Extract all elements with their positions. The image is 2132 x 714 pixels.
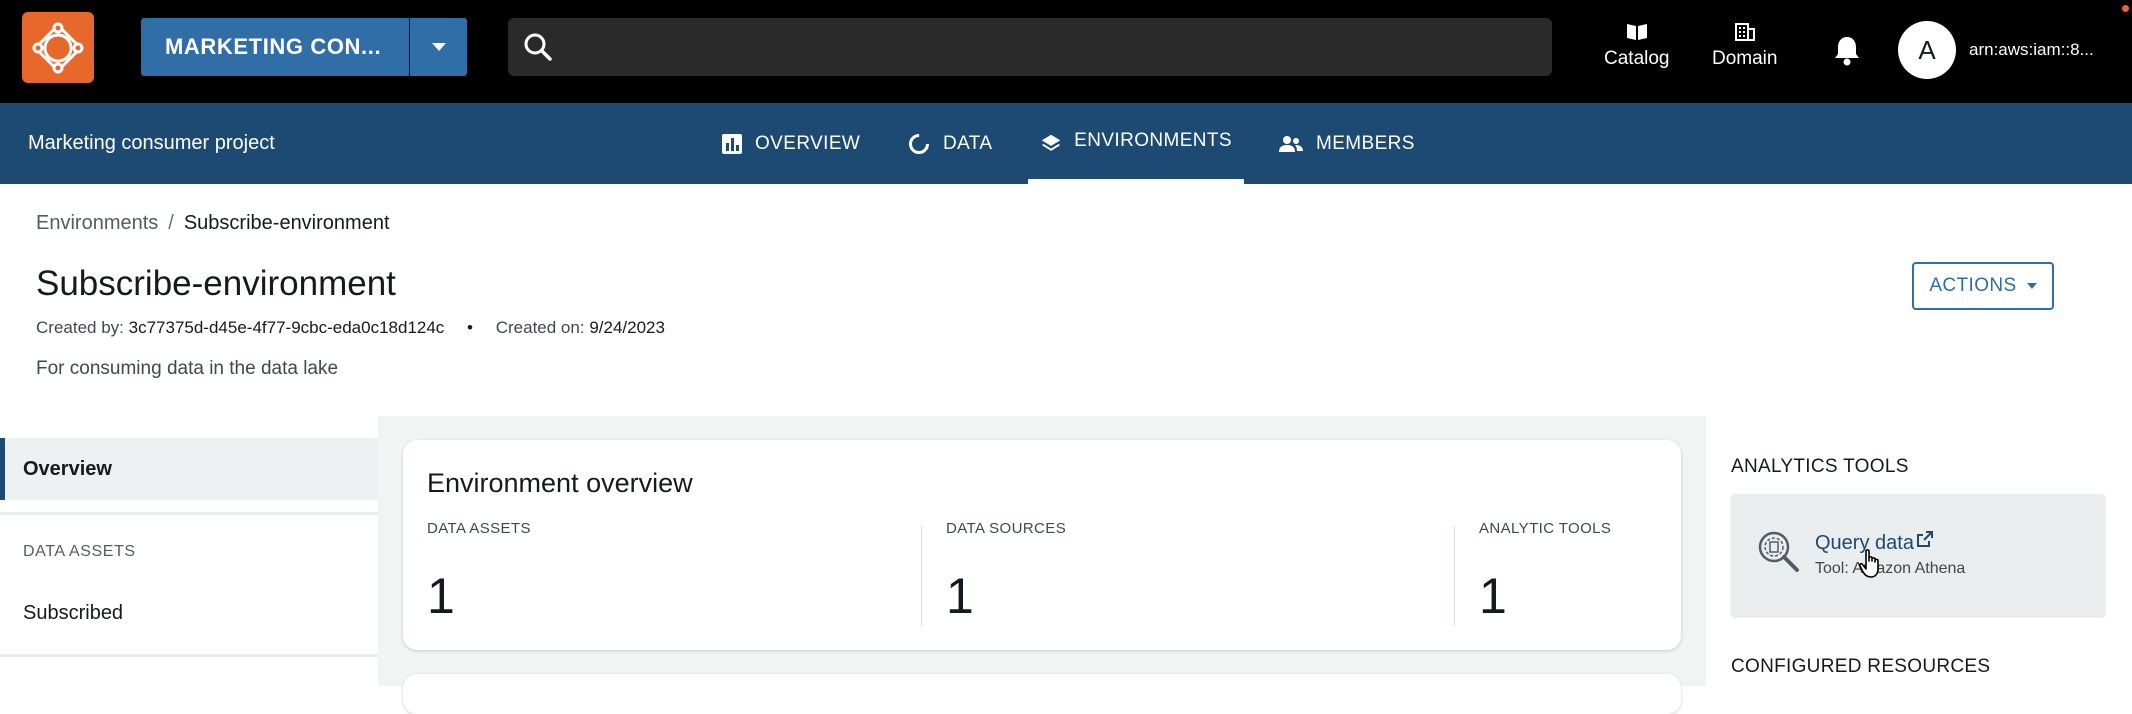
- stat-analytic-tools: ANALYTIC TOOLS 1: [1479, 520, 1611, 625]
- layers-icon: [1041, 134, 1061, 151]
- query-magnifier-icon: [1758, 531, 1799, 572]
- created-on-label: Created on:: [495, 318, 585, 337]
- sidenav-divider: [0, 512, 378, 515]
- domain-button[interactable]: Domain: [1712, 22, 1777, 70]
- domain-label: Domain: [1712, 48, 1778, 69]
- analytics-tools-heading: ANALYTICS TOOLS: [1731, 456, 1909, 477]
- breadcrumb: Environments / Subscribe-environment: [36, 212, 390, 235]
- stat-data-assets: DATA ASSETS 1: [427, 520, 531, 625]
- secondary-card: [403, 674, 1681, 714]
- created-by-label: Created by:: [36, 318, 124, 337]
- query-data-tool-name: Tool: Amazon Athena: [1815, 560, 1966, 577]
- caret-down-icon: [431, 43, 446, 51]
- stat-label: DATA ASSETS: [427, 520, 531, 537]
- user-avatar[interactable]: A: [1898, 21, 1956, 79]
- tab-members[interactable]: MEMBERS: [1278, 103, 1415, 184]
- breadcrumb-current: Subscribe-environment: [183, 212, 390, 234]
- status-dot: [2122, 5, 2129, 12]
- actions-label: ACTIONS: [1929, 275, 2017, 296]
- circle-progress-icon: [909, 133, 929, 154]
- people-icon: [1279, 135, 1303, 152]
- tab-environments[interactable]: ENVIRONMENTS: [1028, 103, 1244, 184]
- tab-data[interactable]: DATA: [907, 103, 992, 184]
- project-name: Marketing consumer project: [28, 132, 275, 154]
- breadcrumb-environments-link[interactable]: Environments: [36, 212, 158, 234]
- sidenav-divider: [0, 654, 378, 657]
- hand-cursor-icon: [1858, 549, 1879, 578]
- breadcrumb-separator: /: [168, 212, 174, 234]
- sidenav-item-overview[interactable]: Overview: [0, 438, 378, 500]
- search-input[interactable]: [568, 28, 1528, 66]
- created-on-value: 9/24/2023: [589, 318, 665, 337]
- meta-bullet: •: [467, 318, 473, 337]
- stat-divider: [921, 526, 922, 626]
- side-navigation: Overview DATA ASSETS Subscribed: [0, 416, 378, 686]
- project-dropdown-button[interactable]: [410, 18, 467, 76]
- created-by-value: 3c77375d-d45e-4f77-9cbc-eda0c18d124c: [128, 318, 445, 337]
- environment-description: For consuming data in the data lake: [36, 358, 339, 379]
- bar-chart-icon: [722, 133, 742, 154]
- page-title: Subscribe-environment: [36, 264, 396, 303]
- tab-overview[interactable]: OVERVIEW: [721, 103, 860, 184]
- project-nav-bar: Marketing consumer project OVERVIEW DATA…: [0, 103, 2132, 184]
- stat-label: ANALYTIC TOOLS: [1479, 520, 1612, 537]
- tab-overview-label: OVERVIEW: [755, 132, 861, 154]
- project-selector-button[interactable]: MARKETING CON...: [141, 18, 409, 76]
- global-search[interactable]: [508, 18, 1552, 76]
- caret-down-icon: [2026, 283, 2037, 289]
- tab-data-label: DATA: [943, 132, 993, 154]
- app-logo-icon[interactable]: [22, 12, 94, 83]
- stat-value: 1: [427, 568, 455, 624]
- stat-data-sources: DATA SOURCES 1: [946, 520, 1066, 625]
- stat-value: 1: [1479, 568, 1507, 624]
- sidenav-section-data-assets: DATA ASSETS: [23, 543, 136, 560]
- search-icon: [524, 33, 552, 61]
- catalog-button[interactable]: Catalog: [1604, 22, 1670, 70]
- user-arn[interactable]: arn:aws:iam::8...: [1969, 40, 2094, 60]
- query-data-tool-card[interactable]: Query data Tool: Amazon Athena: [1731, 494, 2105, 616]
- top-bar: MARKETING CON... Catalog Domain A arn:aw…: [0, 0, 2132, 103]
- external-link-icon: [1916, 531, 1933, 547]
- catalog-label: Catalog: [1604, 48, 1670, 69]
- environment-overview-card: Environment overview DATA ASSETS 1 DATA …: [403, 440, 1681, 650]
- sidenav-item-subscribed[interactable]: Subscribed: [23, 602, 123, 625]
- configured-resources-heading: CONFIGURED RESOURCES: [1731, 656, 1991, 677]
- environment-metadata: Created by: 3c77375d-d45e-4f77-9cbc-eda0…: [36, 318, 665, 338]
- stat-divider: [1454, 526, 1455, 626]
- stat-value: 1: [946, 568, 974, 624]
- tab-environments-label: ENVIRONMENTS: [1074, 129, 1232, 151]
- book-icon: [1626, 24, 1647, 40]
- stat-label: DATA SOURCES: [946, 520, 1067, 537]
- actions-button[interactable]: ACTIONS: [1912, 262, 2054, 310]
- notifications-bell-icon[interactable]: [1832, 34, 1862, 66]
- card-title: Environment overview: [427, 468, 693, 498]
- right-panel: ANALYTICS TOOLS Query data Tool: Amazon …: [1706, 416, 2132, 686]
- tab-members-label: MEMBERS: [1316, 132, 1415, 154]
- building-icon: [1734, 23, 1755, 41]
